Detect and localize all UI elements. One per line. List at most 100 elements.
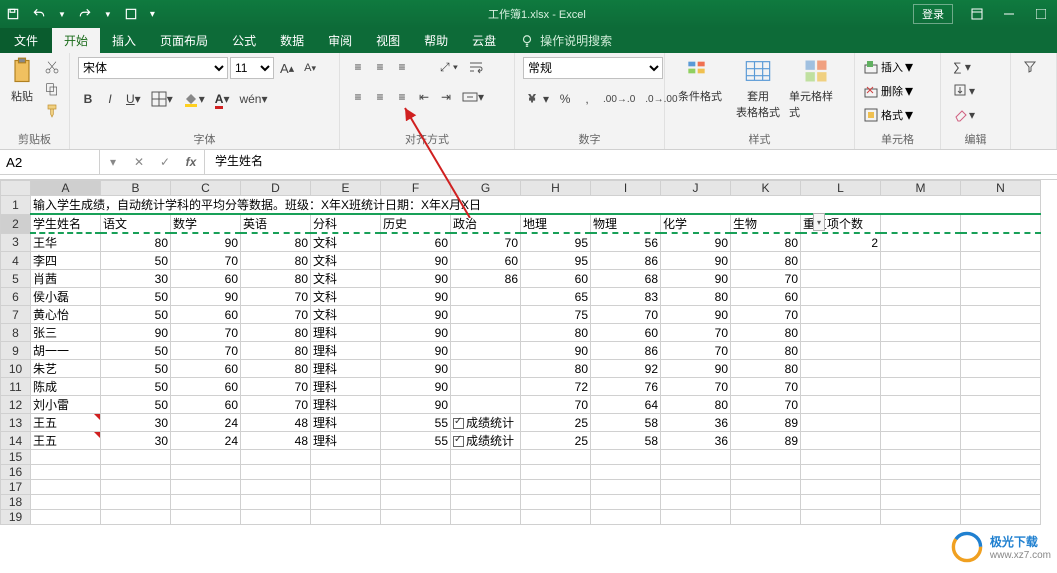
cell[interactable]: [961, 342, 1041, 360]
cell[interactable]: 70: [731, 270, 801, 288]
cell[interactable]: 70: [661, 324, 731, 342]
cell[interactable]: 70: [451, 233, 521, 252]
cell[interactable]: 90: [661, 233, 731, 252]
cell[interactable]: 文科: [311, 233, 381, 252]
cell[interactable]: 70: [241, 396, 311, 414]
cell[interactable]: 90: [661, 306, 731, 324]
column-header[interactable]: I: [591, 181, 661, 196]
tab-formulas[interactable]: 公式: [220, 28, 268, 53]
cell[interactable]: 80: [101, 233, 171, 252]
column-header[interactable]: M: [881, 181, 961, 196]
cell[interactable]: [521, 465, 591, 480]
row-header[interactable]: 8: [1, 324, 31, 342]
cell[interactable]: 王华: [31, 233, 101, 252]
cell[interactable]: [881, 324, 961, 342]
cell[interactable]: [591, 450, 661, 465]
cell[interactable]: 60: [731, 288, 801, 306]
row-header[interactable]: 5: [1, 270, 31, 288]
fb-dropdown-icon[interactable]: ▾: [100, 150, 126, 174]
cell[interactable]: [881, 396, 961, 414]
cell[interactable]: 朱艺: [31, 360, 101, 378]
cell[interactable]: 80: [241, 252, 311, 270]
column-header[interactable]: D: [241, 181, 311, 196]
cell[interactable]: 80: [661, 396, 731, 414]
increase-decimal-button[interactable]: .00→.0: [599, 89, 639, 109]
cell[interactable]: 黄心怡: [31, 306, 101, 324]
cell[interactable]: [801, 324, 881, 342]
cell[interactable]: 92: [591, 360, 661, 378]
cell[interactable]: 文科: [311, 288, 381, 306]
cell[interactable]: 60: [171, 306, 241, 324]
column-header[interactable]: H: [521, 181, 591, 196]
save-alt-icon[interactable]: [118, 0, 144, 28]
cell[interactable]: 王五: [31, 414, 101, 432]
cell[interactable]: [451, 342, 521, 360]
border-button[interactable]: ▾: [147, 89, 177, 109]
percent-button[interactable]: %: [555, 89, 575, 109]
underline-button[interactable]: U ▾: [122, 89, 145, 109]
cell[interactable]: [881, 306, 961, 324]
cell[interactable]: 89: [731, 432, 801, 450]
filter-dropdown-icon[interactable]: ▾: [813, 213, 825, 231]
format-as-table-button[interactable]: 套用 表格格式: [731, 57, 785, 120]
cell[interactable]: 70: [241, 378, 311, 396]
cell[interactable]: 25: [521, 432, 591, 450]
cell[interactable]: [31, 480, 101, 495]
cell[interactable]: [801, 480, 881, 495]
cell[interactable]: 76: [591, 378, 661, 396]
cell[interactable]: 90: [171, 233, 241, 252]
cell[interactable]: 侯小磊: [31, 288, 101, 306]
cell[interactable]: [961, 306, 1041, 324]
tab-help[interactable]: 帮助: [412, 28, 460, 53]
row-header[interactable]: 18: [1, 495, 31, 510]
cell[interactable]: [311, 510, 381, 525]
cell[interactable]: 80: [731, 342, 801, 360]
align-bottom-button[interactable]: ≡: [392, 57, 412, 77]
tab-pagelayout[interactable]: 页面布局: [148, 28, 220, 53]
cell[interactable]: 24: [171, 414, 241, 432]
cell[interactable]: 数学: [171, 214, 241, 233]
row-header[interactable]: 9: [1, 342, 31, 360]
cell[interactable]: 化学: [661, 214, 731, 233]
cell[interactable]: 80: [521, 360, 591, 378]
cell[interactable]: 陈成: [31, 378, 101, 396]
cell[interactable]: 英语: [241, 214, 311, 233]
bold-button[interactable]: B: [78, 89, 98, 109]
cell[interactable]: 70: [241, 306, 311, 324]
cell[interactable]: 50: [101, 342, 171, 360]
cell[interactable]: 80: [521, 324, 591, 342]
copy-button[interactable]: [40, 79, 64, 99]
cell[interactable]: 60: [171, 270, 241, 288]
cell[interactable]: 90: [381, 378, 451, 396]
cell[interactable]: [591, 495, 661, 510]
tab-file[interactable]: 文件: [0, 28, 52, 53]
cell[interactable]: [801, 396, 881, 414]
cell[interactable]: 58: [591, 432, 661, 450]
wrap-text-button[interactable]: [464, 57, 488, 77]
cell[interactable]: 70: [731, 396, 801, 414]
cell[interactable]: 64: [591, 396, 661, 414]
cell[interactable]: 80: [241, 270, 311, 288]
cell[interactable]: 70: [591, 306, 661, 324]
cell[interactable]: [591, 465, 661, 480]
cell[interactable]: 30: [101, 432, 171, 450]
cell[interactable]: [521, 510, 591, 525]
cell[interactable]: 95: [521, 252, 591, 270]
cell[interactable]: [881, 450, 961, 465]
cell-styles-button[interactable]: 单元格样式: [789, 57, 843, 120]
row-header[interactable]: 16: [1, 465, 31, 480]
enter-formula-button[interactable]: ✓: [152, 150, 178, 174]
cell[interactable]: 90: [661, 270, 731, 288]
cell[interactable]: 30: [101, 414, 171, 432]
cell[interactable]: [381, 465, 451, 480]
cell[interactable]: [311, 480, 381, 495]
cell[interactable]: [241, 480, 311, 495]
cell[interactable]: 95: [521, 233, 591, 252]
cell[interactable]: 90: [381, 270, 451, 288]
cell[interactable]: 80: [661, 288, 731, 306]
column-header[interactable]: B: [101, 181, 171, 196]
indent-button[interactable]: ⇥: [436, 87, 456, 107]
cell[interactable]: [171, 450, 241, 465]
cell[interactable]: [961, 233, 1041, 252]
cell[interactable]: 60: [591, 324, 661, 342]
